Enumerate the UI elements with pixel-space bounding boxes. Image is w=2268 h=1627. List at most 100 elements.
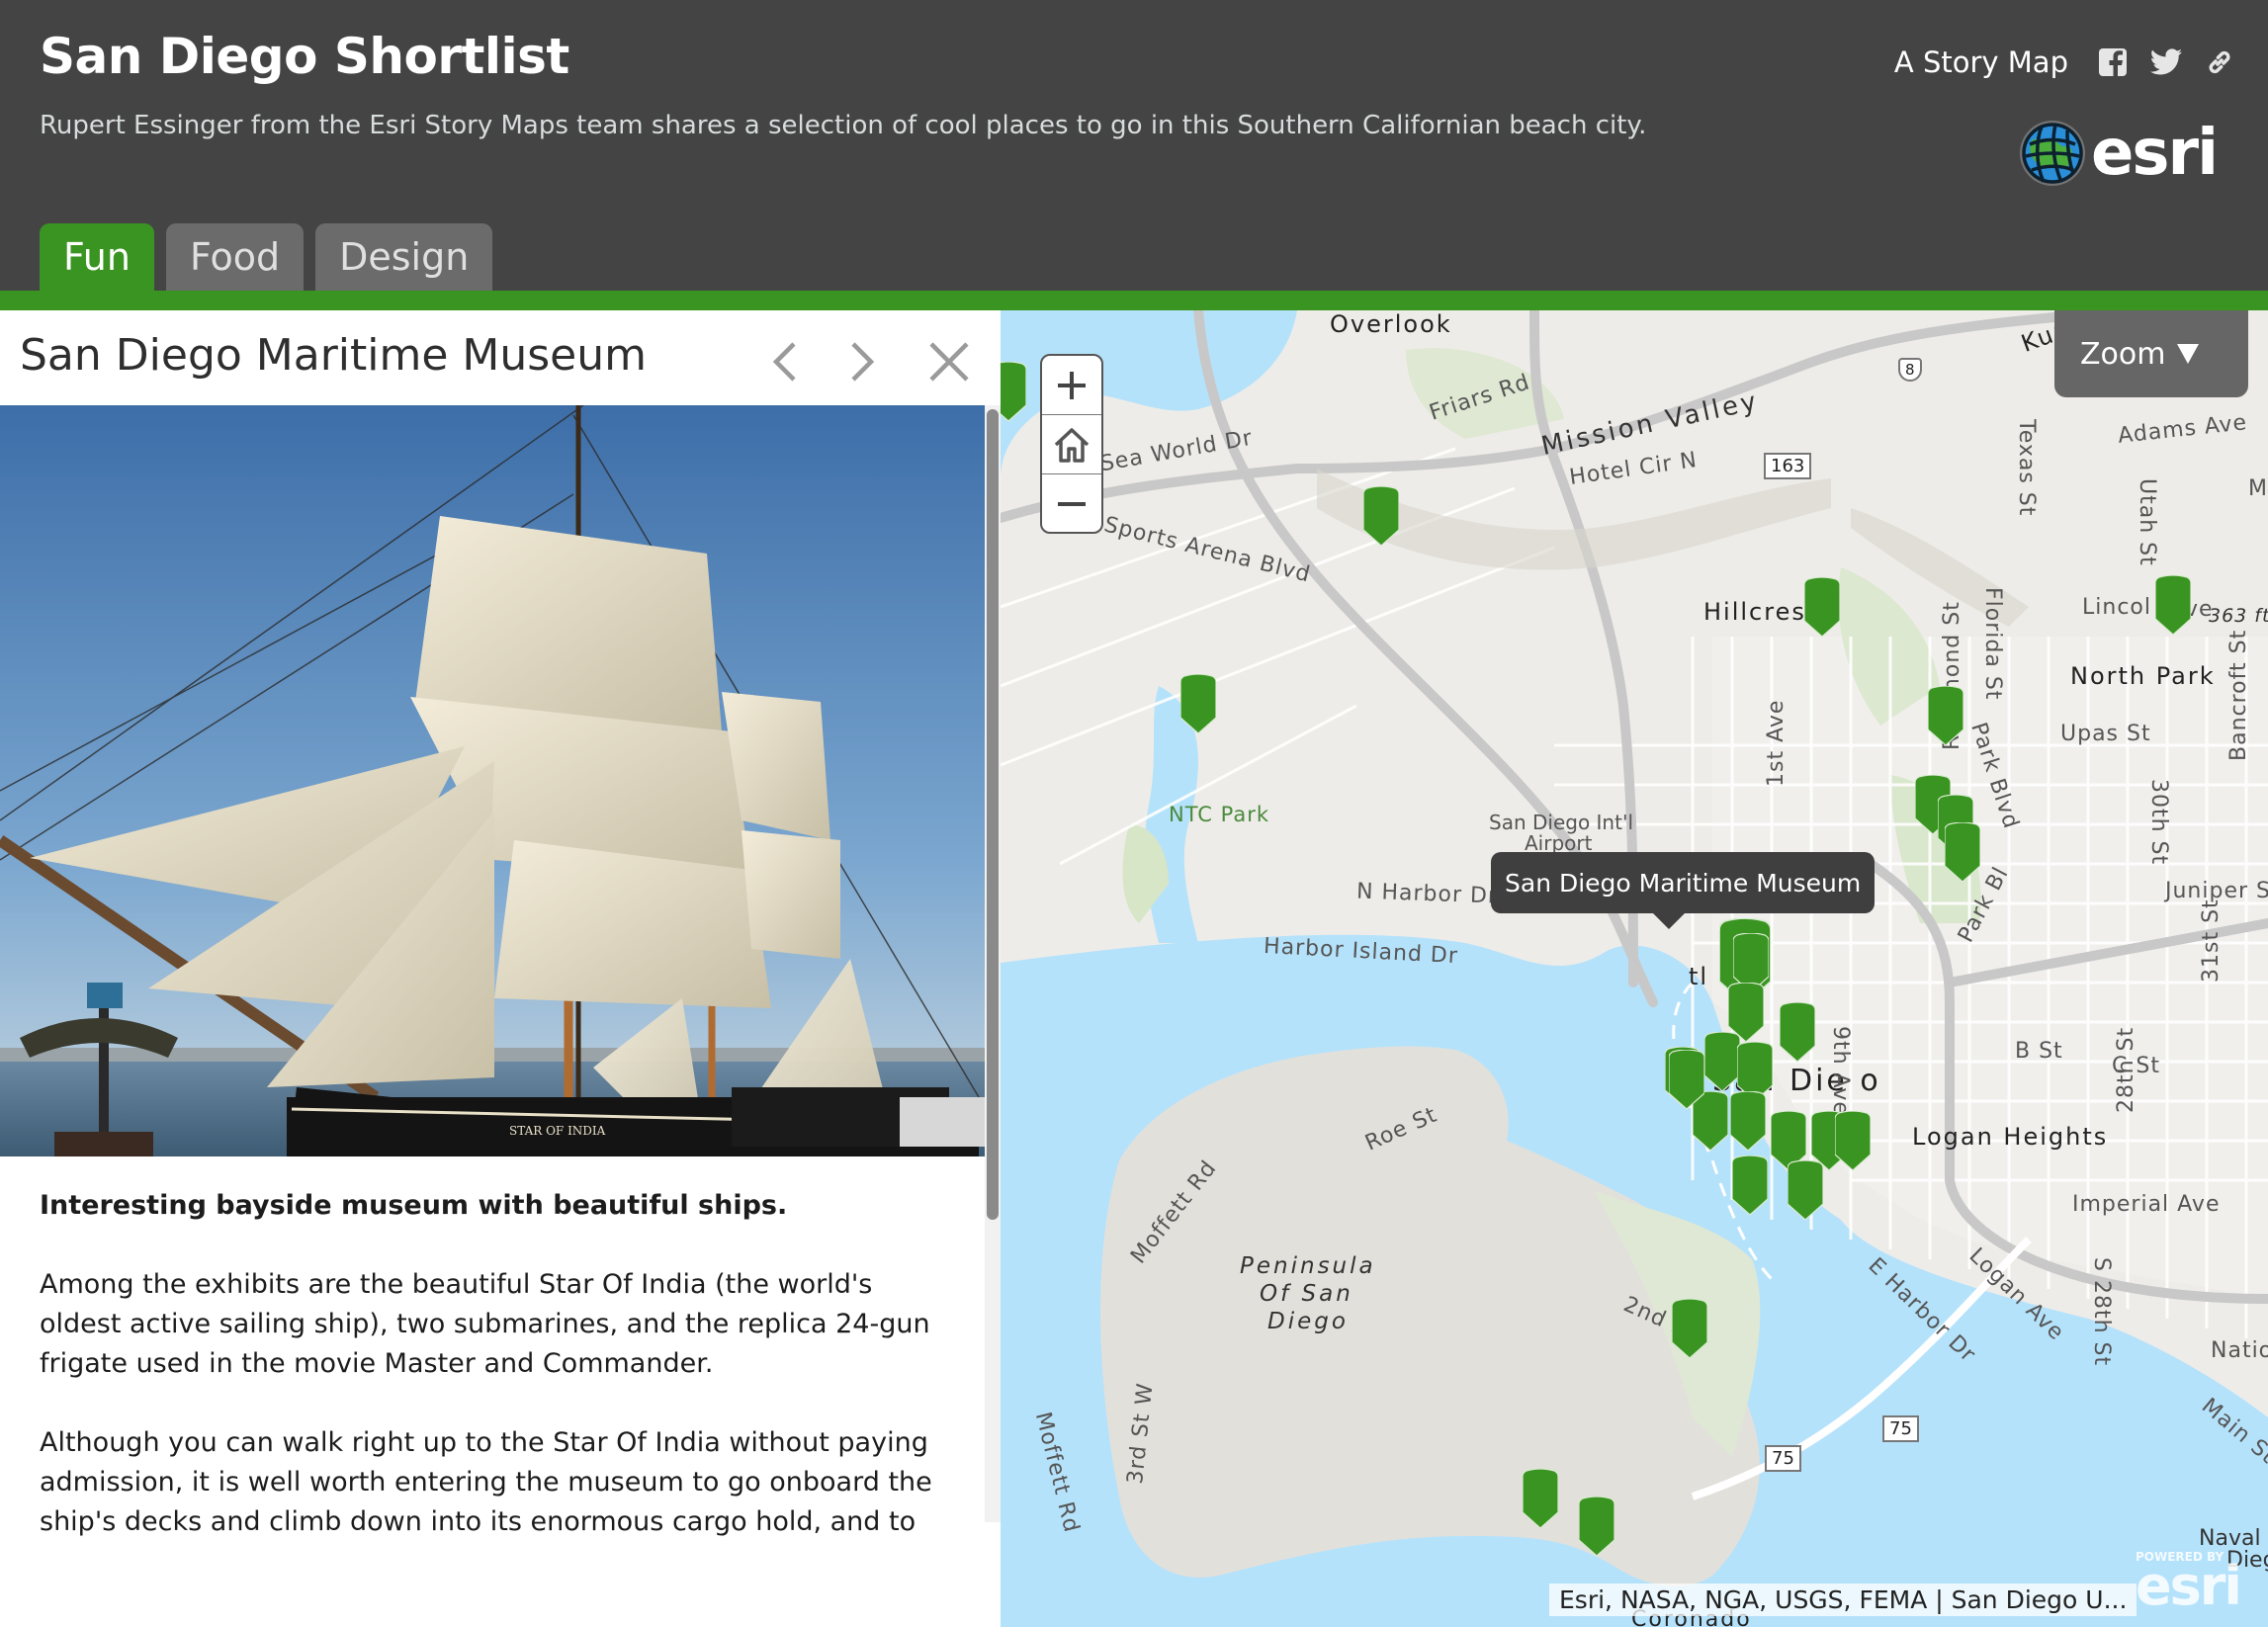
zoom-dropdown[interactable]: Zoom: [2054, 310, 2248, 397]
tab-fun[interactable]: Fun: [40, 223, 154, 291]
place-marker[interactable]: [1787, 1159, 1824, 1222]
place-marker[interactable]: [1668, 1049, 1705, 1111]
map-label: 30th St: [2146, 779, 2171, 866]
map-label: Imperial Ave: [2072, 1192, 2221, 1217]
twitter-icon[interactable]: [2149, 45, 2183, 79]
map-label: B St: [2015, 1039, 2063, 1064]
plus-icon: [1058, 371, 1086, 399]
place-marker[interactable]: [1927, 685, 1964, 747]
zoom-out-button[interactable]: [1042, 474, 1101, 532]
map-label: North Park: [2070, 662, 2216, 690]
map-label: S 28th St: [2089, 1257, 2114, 1367]
place-description: Interesting bayside museum with beautifu…: [40, 1186, 949, 1582]
next-button[interactable]: [832, 334, 892, 389]
app-title: San Diego Shortlist: [40, 28, 569, 85]
map-pin-icon: [1001, 361, 1027, 422]
map-label: 31st St: [2199, 899, 2224, 983]
interstate-8-shield: 8: [1898, 358, 1922, 382]
facebook-icon[interactable]: [2096, 45, 2130, 79]
route-75-shield: 75: [1882, 1415, 1919, 1442]
place-marker[interactable]: [1522, 1468, 1559, 1530]
place-marker[interactable]: [1834, 1110, 1872, 1172]
panel-scrollbar[interactable]: [985, 405, 1001, 1522]
tab-bar: Fun Food Design: [40, 223, 493, 291]
map-pin-icon: [2154, 574, 2192, 636]
esri-logo[interactable]: esri: [2018, 117, 2219, 190]
map-pin-icon: [1703, 1031, 1741, 1092]
route-163-shield: 163: [1764, 453, 1812, 479]
zoom-in-button[interactable]: [1042, 356, 1101, 415]
map-pin-icon: [1578, 1496, 1615, 1557]
home-button[interactable]: [1042, 415, 1101, 474]
powered-by-esri-logo[interactable]: POWERED BY esri: [2136, 1550, 2242, 1617]
panel-header: San Diego Maritime Museum: [0, 310, 1001, 405]
map-label: Utah St: [2135, 478, 2159, 566]
tab-design[interactable]: Design: [315, 223, 493, 291]
place-marker[interactable]: [2154, 574, 2192, 637]
zoom-control: [1040, 354, 1103, 534]
close-button[interactable]: [919, 334, 979, 389]
place-marker[interactable]: [1944, 821, 1981, 884]
place-marker[interactable]: [1803, 576, 1841, 639]
place-marker[interactable]: [1729, 1090, 1767, 1153]
map-pin-icon: [1834, 1110, 1872, 1171]
place-marker[interactable]: [1703, 1031, 1741, 1093]
header-links: A Story Map: [1894, 45, 2236, 79]
map-label: 9th Ave: [1828, 1026, 1853, 1116]
map-label: Hillcres: [1703, 598, 1806, 626]
place-marker[interactable]: [1578, 1496, 1615, 1558]
map-pin-icon: [1668, 1049, 1705, 1110]
detail-panel: San Diego Maritime Museum STAR OF INDIA …: [0, 310, 1001, 1627]
map-label: M: [2248, 476, 2268, 501]
scrollbar-thumb[interactable]: [987, 409, 999, 1220]
close-icon: [929, 342, 969, 382]
tab-food[interactable]: Food: [165, 223, 305, 291]
route-75-shield: 75: [1765, 1445, 1801, 1472]
place-marker[interactable]: [1001, 361, 1027, 423]
basemap: [1001, 310, 2268, 1627]
place-marker[interactable]: [1671, 1298, 1708, 1360]
map-pin-icon: [1362, 485, 1400, 547]
story-map-link[interactable]: A Story Map: [1894, 45, 2068, 79]
map-label: NTC Park: [1169, 803, 1270, 826]
map-label: Of San: [1260, 1281, 1353, 1307]
link-icon[interactable]: [2203, 45, 2236, 79]
chevron-left-icon: [772, 342, 796, 382]
panel-title: San Diego Maritime Museum: [20, 330, 648, 381]
esri-wordmark: esri: [2091, 117, 2219, 190]
map-label: Bancroft St: [2226, 629, 2251, 761]
map-label: Florida St: [1980, 587, 2005, 701]
ship-name: STAR OF INDIA: [509, 1124, 606, 1138]
map-pin-icon: [1522, 1468, 1559, 1529]
minus-icon: [1058, 502, 1086, 506]
map-attribution[interactable]: Esri, NASA, NGA, USGS, FEMA | San Diego …: [1549, 1584, 2137, 1616]
place-photo: STAR OF INDIA: [0, 405, 985, 1156]
map-label: Diego: [1267, 1309, 1349, 1334]
map-label: Logan Heights: [1912, 1123, 2109, 1151]
place-marker[interactable]: [1779, 1001, 1816, 1064]
place-marker[interactable]: [1731, 1155, 1769, 1217]
home-icon: [1054, 427, 1090, 463]
powered-logo-text: esri: [2136, 1555, 2242, 1617]
app-subtitle: Rupert Essinger from the Esri Story Maps…: [40, 111, 1647, 140]
caret-down-icon: [2177, 344, 2200, 364]
map[interactable]: Overlook Friars Rd Mission Valley Hotel …: [1001, 310, 2268, 1627]
map-pin-icon: [1671, 1298, 1708, 1359]
map-pin-icon: [1729, 1090, 1767, 1152]
map-label: Peninsula: [1240, 1253, 1376, 1279]
place-marker[interactable]: [1179, 673, 1217, 735]
map-label: 1st Ave: [1764, 699, 1788, 787]
map-label: 363 ft: [2209, 605, 2268, 627]
map-pin-icon: [1179, 673, 1217, 734]
map-pin-icon: [1779, 1001, 1816, 1063]
description-lead: Interesting bayside museum with beautifu…: [40, 1190, 788, 1221]
previous-button[interactable]: [755, 334, 815, 389]
place-marker[interactable]: [1362, 485, 1400, 548]
zoom-dropdown-label: Zoom: [2080, 336, 2166, 372]
map-pin-icon: [1927, 685, 1964, 746]
chevron-right-icon: [851, 342, 875, 382]
description-paragraph: Among the exhibits are the beautiful Sta…: [40, 1269, 930, 1379]
map-label: N Harbor Dr: [1355, 879, 1499, 909]
map-label: Texas St: [2014, 419, 2039, 517]
accent-bar: [0, 291, 2268, 310]
